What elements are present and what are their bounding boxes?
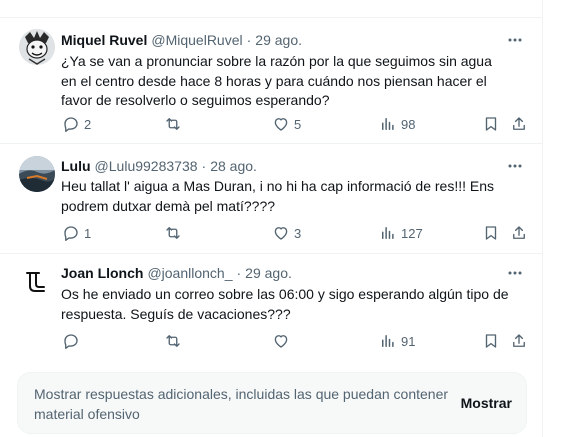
show-more-replies-text: Mostrar respuestas adicionales, incluida…	[34, 386, 449, 422]
reply-button[interactable]: 1	[62, 223, 91, 243]
avatar[interactable]	[19, 156, 55, 192]
more-dots-icon	[508, 271, 522, 275]
reply-date[interactable]: 28 ago.	[210, 158, 257, 174]
repost-icon	[166, 227, 180, 239]
bookmark-button[interactable]	[482, 223, 500, 243]
reply-date[interactable]: 29 ago.	[255, 32, 302, 48]
like-button[interactable]	[272, 331, 294, 351]
separator: ·	[201, 158, 207, 174]
share-icon	[513, 117, 525, 130]
more-options-button[interactable]	[505, 30, 525, 50]
logo-icon	[19, 264, 55, 300]
author-name[interactable]: Joan Llonch	[61, 265, 143, 281]
reply-tweet[interactable]: Lulu @Lulu99283738 · 28 ago. Heu tallat …	[0, 144, 543, 254]
views-count: 127	[401, 225, 423, 241]
reply-header: Joan Llonch @joanllonch_ · 29 ago.	[61, 263, 292, 283]
reply-header: Lulu @Lulu99283738 · 28 ago.	[61, 156, 257, 176]
reply-icon	[64, 334, 78, 349]
views-button[interactable]: 98	[379, 114, 415, 134]
author-handle[interactable]: @MiquelRuvel	[151, 32, 242, 48]
reply-icon	[64, 117, 78, 132]
reply-text: Heu tallat l' aigua a Mas Duran, i no hi…	[61, 178, 495, 214]
heart-icon	[274, 227, 288, 240]
cartoon-face-icon	[19, 29, 55, 65]
reply-tweet[interactable]: Miquel Ruvel @MiquelRuvel · 29 ago. ¿Ya …	[0, 18, 543, 144]
separator: ·	[236, 265, 242, 281]
more-dots-icon	[508, 164, 522, 168]
like-count: 3	[294, 225, 302, 241]
show-more-button[interactable]: Mostrar	[461, 395, 512, 411]
repost-button[interactable]	[164, 223, 186, 243]
repost-button[interactable]	[164, 114, 186, 134]
avatar[interactable]	[19, 29, 55, 65]
views-button[interactable]: 91	[379, 331, 415, 351]
reply-count: 1	[84, 225, 92, 241]
share-button[interactable]	[510, 331, 528, 351]
more-dots-icon	[508, 38, 522, 42]
views-count: 98	[401, 116, 416, 132]
repost-icon	[166, 118, 180, 130]
bookmark-icon	[485, 117, 497, 131]
reply-button[interactable]: 2	[62, 114, 91, 134]
replies-timeline: Miquel Ruvel @MiquelRuvel · 29 ago. ¿Ya …	[0, 0, 543, 437]
views-chart-icon	[382, 118, 394, 130]
author-name[interactable]: Lulu	[61, 158, 91, 174]
views-chart-icon	[382, 227, 394, 239]
share-button[interactable]	[510, 114, 528, 134]
reply-text: Os he enviado un correo sobre las 06:00 …	[61, 286, 509, 322]
author-handle[interactable]: @Lulu99283738	[95, 158, 198, 174]
share-icon	[513, 334, 525, 347]
share-button[interactable]	[510, 223, 528, 243]
heart-icon	[274, 335, 288, 348]
repost-button[interactable]	[164, 331, 186, 351]
bookmark-button[interactable]	[482, 114, 500, 134]
more-options-button[interactable]	[505, 263, 525, 283]
like-button[interactable]: 5	[272, 114, 301, 134]
author-name[interactable]: Miquel Ruvel	[61, 32, 147, 48]
reply-count: 2	[84, 116, 92, 132]
reply-header: Miquel Ruvel @MiquelRuvel · 29 ago.	[61, 30, 302, 50]
reply-date[interactable]: 29 ago.	[245, 265, 292, 281]
views-count: 91	[401, 333, 416, 349]
show-more-replies-panel[interactable]: Mostrar respuestas adicionales, incluida…	[17, 372, 527, 434]
landscape-photo-icon	[19, 156, 55, 192]
avatar[interactable]	[19, 264, 55, 300]
more-options-button[interactable]	[505, 156, 525, 176]
author-handle[interactable]: @joanllonch_	[147, 265, 232, 281]
bookmark-icon	[485, 226, 497, 240]
like-count: 5	[294, 116, 302, 132]
reply-button[interactable]	[62, 331, 84, 351]
heart-icon	[274, 118, 288, 131]
like-button[interactable]: 3	[272, 223, 301, 243]
reply-text: ¿Ya se van a pronunciar sobre la razón p…	[61, 53, 492, 108]
repost-icon	[166, 335, 180, 347]
share-icon	[513, 226, 525, 239]
reply-icon	[64, 226, 78, 241]
bookmark-icon	[485, 334, 497, 348]
bookmark-button[interactable]	[482, 331, 500, 351]
views-button[interactable]: 127	[379, 223, 423, 243]
views-chart-icon	[382, 335, 394, 347]
reply-tweet[interactable]: Joan Llonch @joanllonch_ · 29 ago. Os he…	[0, 254, 543, 360]
separator: ·	[246, 32, 252, 48]
